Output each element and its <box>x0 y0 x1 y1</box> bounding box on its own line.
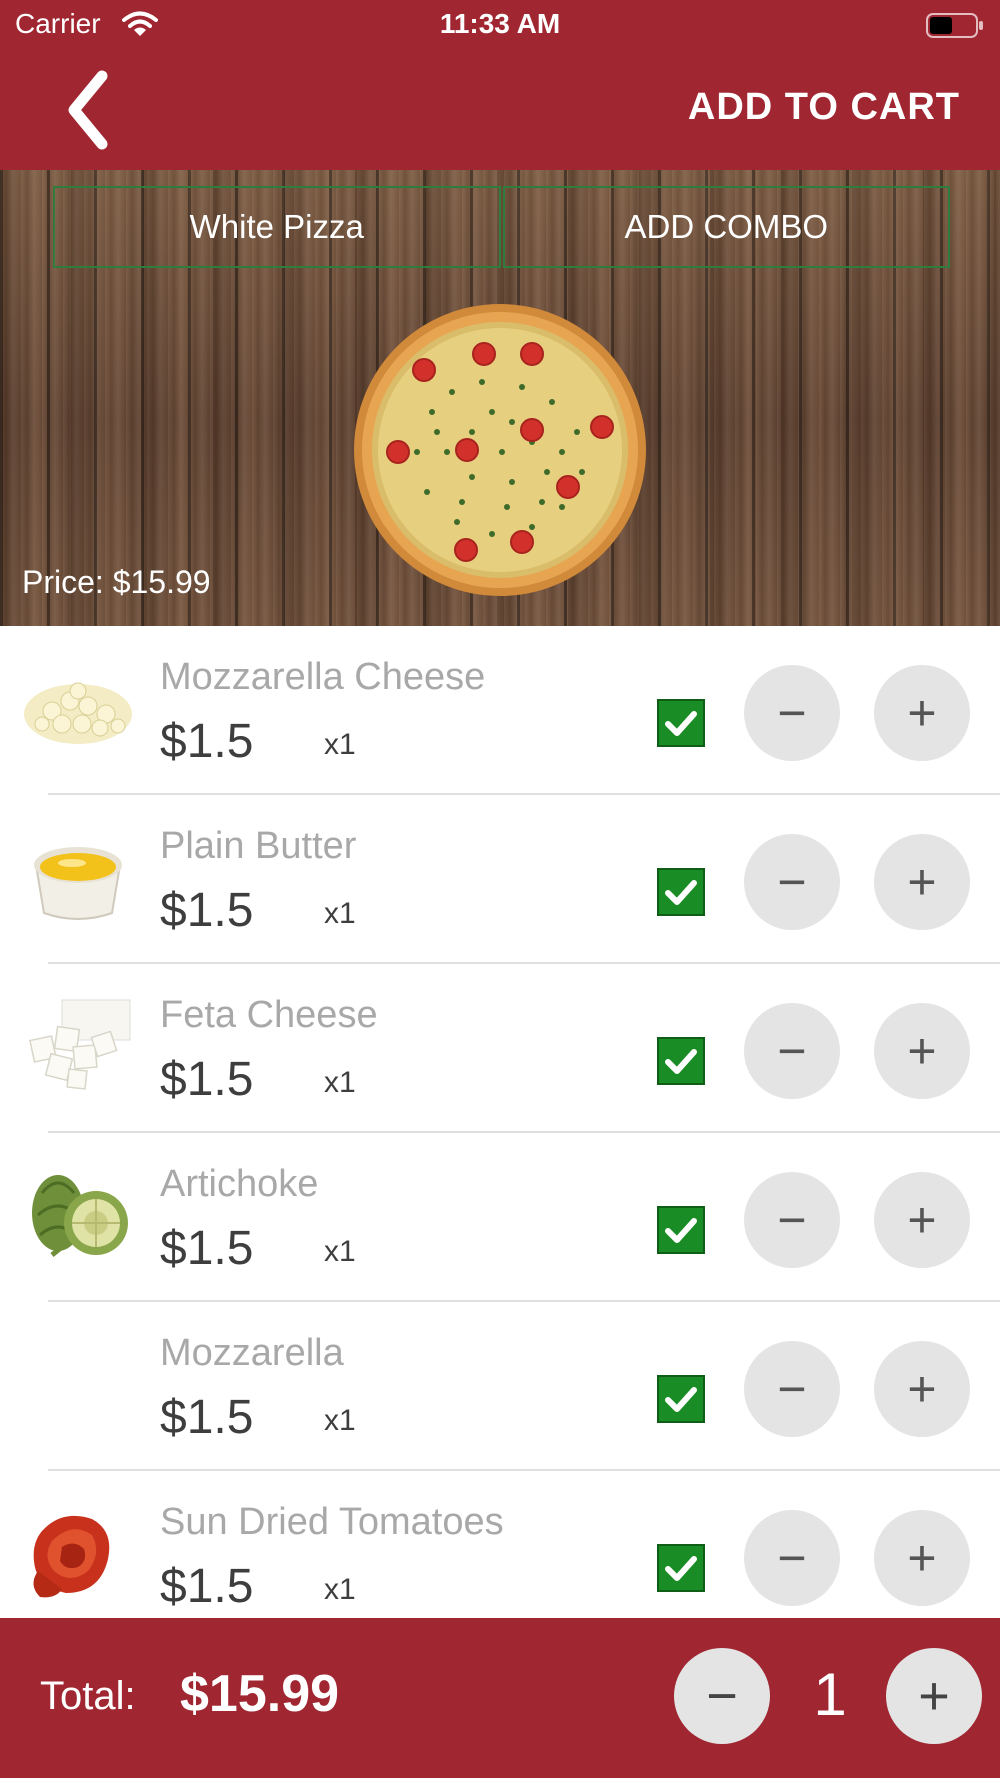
decrease-button[interactable]: − <box>744 1003 840 1099</box>
back-button[interactable] <box>60 68 140 152</box>
decrease-button[interactable]: − <box>744 1341 840 1437</box>
increase-button[interactable]: + <box>874 834 970 930</box>
toppings-list: Mozzarella Cheese $1.5 x1 − + Plain Butt… <box>0 626 1000 1618</box>
increase-button[interactable]: + <box>874 1003 970 1099</box>
increase-button[interactable]: + <box>874 665 970 761</box>
checkmark-icon <box>665 1218 697 1243</box>
decrease-button[interactable]: − <box>744 1510 840 1606</box>
tab-white-pizza[interactable]: White Pizza <box>53 186 501 268</box>
sun-dried-tomatoes-image <box>33 1515 110 1598</box>
topping-price: $1.5 <box>160 1053 254 1106</box>
topping-name: Feta Cheese <box>160 994 378 1036</box>
artichoke-image <box>32 1175 128 1257</box>
topping-checkbox[interactable] <box>657 868 705 916</box>
decrease-quantity-button[interactable]: − <box>674 1648 770 1744</box>
increase-button[interactable]: + <box>874 1172 970 1268</box>
order-quantity: 1 <box>813 1661 847 1728</box>
list-item: Sun Dried Tomatoes $1.5 x1 − + <box>0 1471 1000 1618</box>
topping-name: Sun Dried Tomatoes <box>160 1501 504 1543</box>
order-footer: Total: $15.99 − 1 + <box>0 1618 1000 1778</box>
tab-add-combo[interactable]: ADD COMBO <box>502 186 950 268</box>
status-bar: Carrier 11:33 AM <box>0 0 1000 50</box>
increase-quantity-button[interactable]: + <box>886 1648 982 1744</box>
pizza-hero: White Pizza ADD COMBO Price: $15.99 <box>0 170 1000 626</box>
topping-checkbox[interactable] <box>657 1544 705 1592</box>
topping-name: Mozzarella Cheese <box>160 656 486 698</box>
pizza-tabs: White Pizza ADD COMBO <box>53 186 950 268</box>
topping-quantity: x1 <box>324 1235 356 1268</box>
checkmark-icon <box>665 1049 697 1074</box>
battery-icon <box>926 13 983 38</box>
topping-checkbox[interactable] <box>657 1037 705 1085</box>
topping-quantity: x1 <box>324 728 356 761</box>
topping-checkbox[interactable] <box>657 1206 705 1254</box>
list-item: Mozzarella $1.5 x1 − + <box>0 1302 1000 1471</box>
checkmark-icon <box>665 1387 697 1412</box>
checkmark-icon <box>665 1556 697 1581</box>
pizza-image <box>354 304 646 596</box>
topping-price: $1.5 <box>160 884 254 937</box>
topping-price: $1.5 <box>160 1222 254 1275</box>
total-value: $15.99 <box>180 1665 340 1723</box>
topping-quantity: x1 <box>324 1404 356 1437</box>
topping-price: $1.5 <box>160 1391 254 1444</box>
topping-price: $1.5 <box>160 715 254 768</box>
list-item: Plain Butter $1.5 x1 − + <box>0 795 1000 964</box>
checkmark-icon <box>665 711 697 736</box>
topping-name: Mozzarella <box>160 1332 344 1374</box>
feta-cheese-image <box>29 999 131 1090</box>
topping-quantity: x1 <box>324 897 356 930</box>
list-item: Artichoke $1.5 x1 − + <box>0 1133 1000 1302</box>
increase-button[interactable]: + <box>874 1510 970 1606</box>
topping-checkbox[interactable] <box>657 699 705 747</box>
butter-image <box>34 847 122 920</box>
decrease-button[interactable]: − <box>744 1172 840 1268</box>
nav-bar: ADD TO CART <box>0 50 1000 170</box>
increase-button[interactable]: + <box>874 1341 970 1437</box>
topping-name: Artichoke <box>160 1163 319 1205</box>
add-to-cart-button[interactable]: ADD TO CART <box>688 86 960 129</box>
status-time: 11:33 AM <box>439 8 561 39</box>
topping-checkbox[interactable] <box>657 1375 705 1423</box>
decrease-button[interactable]: − <box>744 834 840 930</box>
mozzarella-cheese-image <box>24 682 132 744</box>
chevron-left-icon <box>68 70 108 150</box>
total-label: Total: <box>40 1674 136 1718</box>
topping-quantity: x1 <box>324 1573 356 1606</box>
checkmark-icon <box>665 880 697 905</box>
list-item: Feta Cheese $1.5 x1 − + <box>0 964 1000 1133</box>
topping-quantity: x1 <box>324 1066 356 1099</box>
list-item: Mozzarella Cheese $1.5 x1 − + <box>0 626 1000 795</box>
topping-price: $1.5 <box>160 1560 254 1613</box>
price-label: Price: $15.99 <box>22 564 211 600</box>
topping-name: Plain Butter <box>160 825 357 867</box>
decrease-button[interactable]: − <box>744 665 840 761</box>
